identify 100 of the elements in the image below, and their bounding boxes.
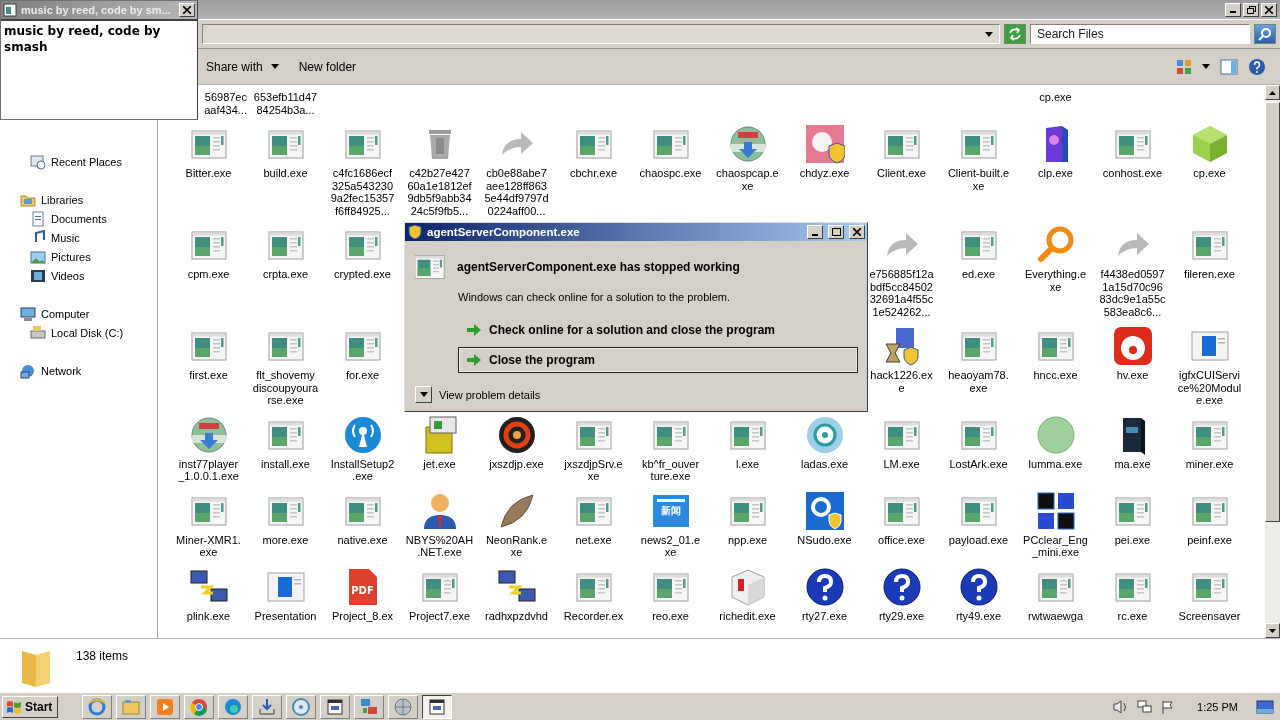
nav-item[interactable]: Pictures	[0, 247, 157, 266]
file-name[interactable]: heaoyam78. exe	[948, 369, 1009, 394]
clock[interactable]: 1:25 PM	[1197, 700, 1238, 713]
nav-item[interactable]: Computer	[0, 304, 157, 323]
file-name[interactable]: c4fc1686ecf 325a543230 9a2fec15357 f6ff84925...	[330, 167, 395, 217]
minimize-button[interactable]	[807, 225, 823, 239]
file-name[interactable]: first.exe	[189, 369, 228, 382]
file-name[interactable]: flt_shovemy discoupyoura rse.exe	[252, 369, 319, 407]
file-name[interactable]: InstallSetup2 .exe	[330, 457, 395, 483]
dialog-option[interactable]: Close the program	[458, 347, 858, 373]
file-name[interactable]: crypted.exe	[334, 268, 391, 281]
file-name[interactable]: fileren.exe	[1184, 268, 1235, 281]
file-name[interactable]: crpta.exe	[262, 268, 309, 281]
file-name[interactable]: lumma.exe	[1028, 457, 1083, 470]
maximize-button[interactable]	[828, 225, 844, 239]
file-name[interactable]: rwtwaewga	[1028, 609, 1083, 622]
refresh-button[interactable]	[1004, 24, 1026, 44]
file-name[interactable]: clp.exe	[1038, 167, 1073, 180]
taskbar-button[interactable]	[422, 694, 453, 719]
file-name[interactable]: jxszdjp.exe	[489, 457, 544, 470]
file-name[interactable]: native.exe	[337, 533, 388, 546]
flag-icon[interactable]	[1161, 699, 1176, 714]
file-name[interactable]: Project_8.ex	[331, 609, 394, 622]
file-name[interactable]: for.exe	[346, 369, 379, 382]
record-icon[interactable]	[1112, 326, 1153, 366]
file-name[interactable]: cb0e88abe7 aee128ff863 5e44df9797d 0224aff00...	[484, 167, 549, 217]
dialog-option[interactable]: Check online for a solution and close the program	[458, 317, 858, 343]
file-name[interactable]: e756885f12a bdf5cc84502 32691a4f55c 1e524262...	[869, 268, 934, 318]
file-name[interactable]: Client.exe	[877, 167, 926, 180]
file-name[interactable]: cpm.exe	[187, 268, 230, 281]
file-name[interactable]: richedit.exe	[719, 609, 776, 622]
file-name[interactable]: igfxCUIServi ce%20Modul e.exe	[1177, 369, 1242, 407]
view-menu-button[interactable]	[1202, 64, 1210, 69]
file-name[interactable]: Screensaver	[1178, 609, 1241, 622]
file-name[interactable]: f4438ed0597 1a15d70c96 83dc9e1a55c 583ea8c6...	[1099, 268, 1166, 318]
file-name[interactable]: inst77player _1.0.0.1.exe	[178, 457, 239, 483]
file-name[interactable]: l.exe	[735, 457, 760, 470]
file-name[interactable]: hv.exe	[1116, 369, 1149, 382]
file-name[interactable]: NSudo.exe	[797, 533, 852, 546]
close-button[interactable]	[1261, 2, 1277, 17]
file-name[interactable]: rty29.exe	[878, 609, 925, 622]
file-name[interactable]: build.exe	[263, 167, 308, 180]
file-name[interactable]: chaospcap.e xe	[716, 167, 779, 192]
file-name[interactable]: 56987ec aaf434...	[204, 91, 247, 116]
file-name[interactable]: cp.exe	[1193, 167, 1226, 180]
view-details-button[interactable]: View problem details	[415, 386, 541, 403]
view-button[interactable]	[1176, 58, 1192, 75]
minimize-button[interactable]	[1225, 2, 1241, 17]
help-button[interactable]	[1248, 57, 1266, 76]
scrollbar-thumb[interactable]	[1265, 102, 1280, 522]
file-name[interactable]: Recorder.ex	[563, 609, 624, 622]
file-name[interactable]: Presentation	[254, 609, 317, 622]
address-field[interactable]	[202, 24, 1000, 44]
file-name[interactable]: ladas.exe	[800, 457, 849, 470]
nav-item[interactable]: Recent Places	[0, 152, 157, 171]
file-name[interactable]: rty49.exe	[955, 609, 1002, 622]
file-name[interactable]: peinf.exe	[1187, 533, 1232, 546]
nav-item[interactable]: Documents	[0, 209, 157, 228]
help-icon[interactable]	[881, 566, 922, 607]
network-icon[interactable]	[1137, 699, 1154, 714]
file-name[interactable]: chdyz.exe	[799, 167, 850, 180]
search-field[interactable]: Search Files	[1030, 24, 1250, 44]
file-name[interactable]: pei.exe	[1114, 533, 1151, 546]
file-name[interactable]: cbchr.exe	[569, 167, 618, 180]
file-name[interactable]: Bitter.exe	[185, 167, 232, 180]
file-name[interactable]: chaospc.exe	[639, 167, 702, 180]
file-name[interactable]: NeonRank.e xe	[485, 533, 548, 559]
file-name[interactable]: payload.exe	[948, 533, 1009, 546]
file-name[interactable]: news2_01.e xe	[640, 533, 701, 559]
preview-pane-button[interactable]	[1220, 58, 1238, 75]
file-name[interactable]: c42b27e427 60a1e1812ef 9db5f9abb34 24c5f9fb5...	[407, 167, 472, 217]
nav-item[interactable]: Videos	[0, 266, 157, 285]
nav-item[interactable]: Music	[0, 228, 157, 247]
file-name[interactable]: cp.exe	[1039, 91, 1072, 104]
nav-item[interactable]: Libraries	[0, 190, 157, 209]
file-name[interactable]: kb^fr_ouver ture.exe	[641, 457, 700, 483]
file-name[interactable]: NBYS%20AH .NET.exe	[405, 533, 474, 559]
file-name[interactable]: install.exe	[261, 457, 310, 470]
file-name[interactable]: radhxpzdvhd	[485, 609, 548, 622]
installer-globe-icon[interactable]	[727, 124, 768, 164]
file-name[interactable]: Everything.e xe	[1024, 268, 1087, 293]
search-button[interactable]	[1254, 24, 1276, 44]
file-name[interactable]: LostArk.exe	[949, 457, 1008, 470]
scroll-down-button[interactable]	[1265, 623, 1280, 638]
file-name[interactable]: jxszdjpSrv.e xe	[564, 457, 623, 483]
file-name[interactable]: rty27.exe	[801, 609, 848, 622]
ball-icon[interactable]	[496, 414, 537, 455]
close-button[interactable]	[849, 225, 865, 239]
file-name[interactable]: plink.exe	[186, 609, 231, 622]
scroll-up-button[interactable]	[1265, 85, 1280, 100]
file-name[interactable]: office.exe	[878, 533, 925, 546]
magnifier-icon[interactable]	[1035, 225, 1076, 265]
file-name[interactable]: net.exe	[575, 533, 612, 546]
file-name[interactable]: hncc.exe	[1033, 369, 1078, 382]
file-name[interactable]: LM.exe	[883, 457, 920, 470]
file-name[interactable]: ma.exe	[1114, 457, 1151, 470]
file-name[interactable]: conhost.exe	[1102, 167, 1163, 180]
eye-icon[interactable]	[804, 414, 845, 455]
file-name[interactable]: Miner-XMR1. exe	[176, 533, 241, 559]
file-name[interactable]: Client-built.e xe	[947, 167, 1010, 192]
